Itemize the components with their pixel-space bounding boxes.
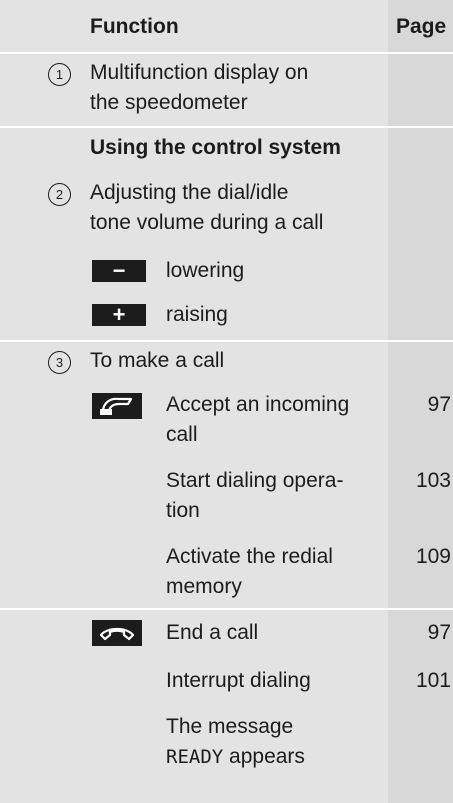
ready-code: READY [166, 746, 224, 768]
item-2-text-line2: tone volume during a call [90, 211, 324, 234]
redial-page: 109 [415, 545, 451, 568]
item-number-1: 1 [48, 63, 71, 86]
message-line2: READY appears [166, 742, 305, 772]
plus-key: + [92, 304, 146, 326]
row-divider [0, 340, 453, 342]
accept-call-line2: call [166, 423, 198, 446]
item-number-2: 2 [48, 183, 71, 206]
header-band [0, 0, 453, 52]
row-divider [0, 52, 453, 54]
start-dialing-line1: Start dialing opera- [166, 469, 344, 492]
start-dialing-page: 103 [415, 469, 451, 492]
appears-text: appears [223, 745, 305, 768]
function-header: Function [90, 15, 179, 38]
message-line1: The message [166, 715, 294, 738]
item-1-text-line2: the speedometer [90, 91, 248, 114]
item-number-3: 3 [48, 351, 71, 374]
item-3-title: To make a call [90, 349, 225, 372]
plus-label: raising [166, 303, 228, 326]
item-1-text-line1: Multifunction display on [90, 61, 309, 84]
row-divider [0, 608, 453, 610]
start-dialing-line2: tion [166, 499, 200, 522]
interrupt-label: Interrupt dialing [166, 669, 311, 692]
interrupt-page: 101 [415, 669, 451, 692]
redial-line1: Activate the redial [166, 545, 333, 568]
page-header: Page [396, 15, 447, 38]
end-call-page: 97 [427, 621, 451, 644]
accept-call-page: 97 [427, 393, 451, 416]
accept-call-line1: Accept an incoming [166, 393, 350, 416]
redial-line2: memory [166, 575, 242, 598]
end-call-label: End a call [166, 621, 259, 644]
phone-hangup-icon [92, 620, 142, 646]
row-divider [0, 126, 453, 128]
item-2-text-line1: Adjusting the dial/idle [90, 181, 289, 204]
phone-pickup-icon [92, 393, 142, 419]
section-title: Using the control system [90, 136, 341, 159]
minus-label: lowering [166, 259, 245, 282]
minus-key: − [92, 260, 146, 282]
